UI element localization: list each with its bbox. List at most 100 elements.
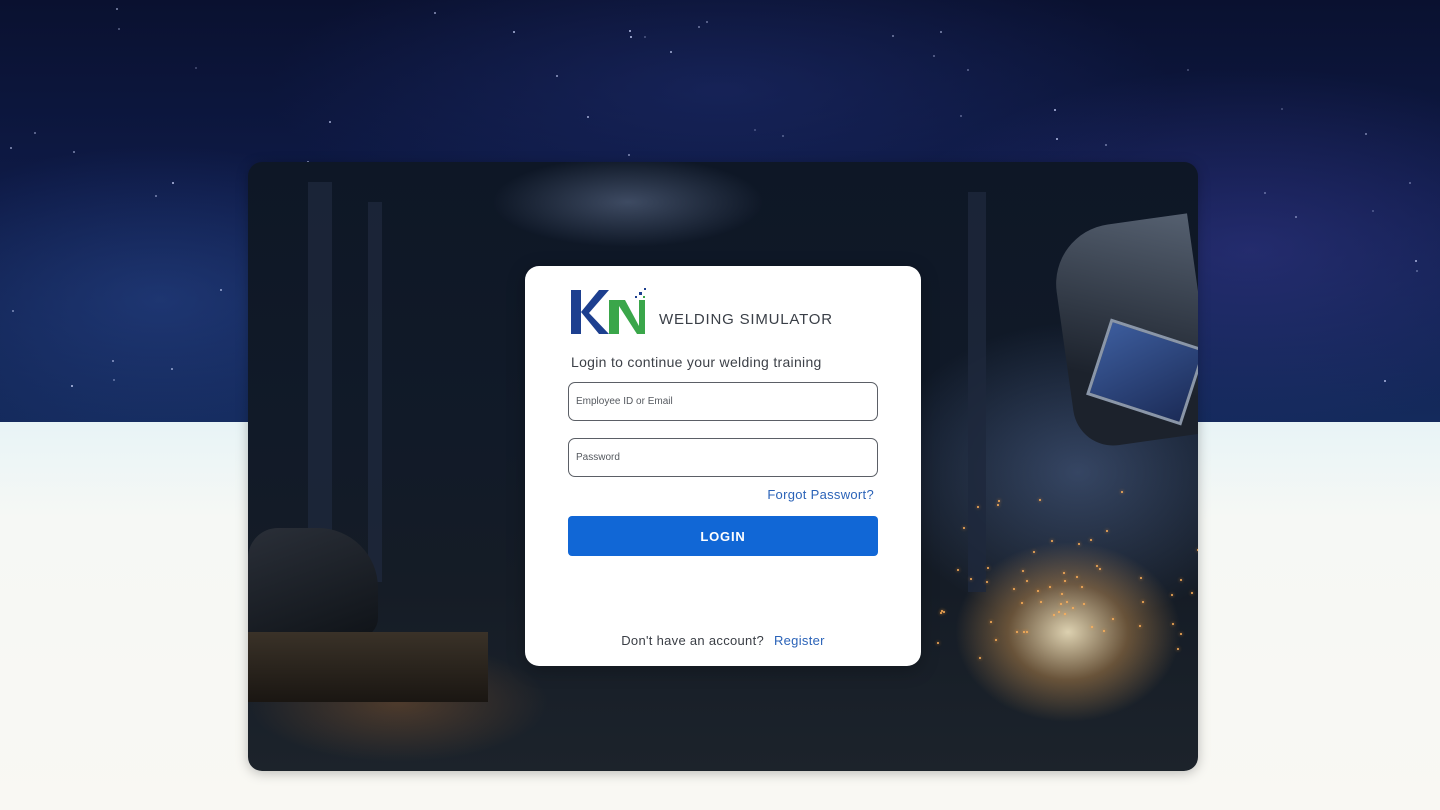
star-dot — [220, 289, 222, 291]
spark-dot — [1197, 549, 1198, 551]
star-dot — [1365, 133, 1367, 135]
spark-dot — [1063, 572, 1065, 574]
spark-dot — [977, 506, 979, 508]
star-dot — [34, 132, 36, 134]
star-dot — [113, 379, 115, 381]
star-dot — [12, 310, 14, 312]
employee-id-email-input[interactable] — [568, 382, 878, 421]
star-dot — [329, 121, 331, 123]
spark-dot — [1091, 626, 1093, 628]
spark-dot — [1051, 540, 1053, 542]
spark-dot — [1049, 586, 1051, 588]
spark-dot — [1076, 576, 1078, 578]
spark-dot — [1026, 580, 1028, 582]
spark-dot — [1112, 618, 1114, 620]
register-link[interactable]: Register — [774, 633, 825, 648]
spark-dot — [1172, 623, 1174, 625]
forgot-password-link[interactable]: Forgot Passwort? — [767, 487, 874, 502]
spark-dot — [1039, 499, 1041, 501]
spark-dot — [1121, 491, 1123, 493]
spark-dot — [957, 569, 959, 571]
star-dot — [967, 69, 969, 71]
star-dot — [155, 195, 157, 197]
login-subtitle: Login to continue your welding training — [571, 354, 822, 370]
star-dot — [698, 26, 700, 28]
spark-dot — [986, 581, 988, 583]
star-dot — [1056, 138, 1058, 140]
spark-dot — [940, 612, 942, 614]
star-dot — [630, 36, 632, 38]
star-dot — [1409, 182, 1411, 184]
star-dot — [960, 115, 962, 117]
star-dot — [171, 368, 173, 370]
star-dot — [556, 75, 558, 77]
star-dot — [71, 385, 73, 387]
spark-dot — [1081, 586, 1083, 588]
spark-dot — [990, 621, 992, 623]
star-dot — [118, 28, 120, 30]
star-dot — [1372, 210, 1374, 212]
spark-dot — [1026, 631, 1028, 633]
star-dot — [1187, 69, 1189, 71]
spark-dot — [1139, 625, 1141, 627]
spark-dot — [1022, 570, 1024, 572]
spark-dot — [997, 504, 999, 506]
brand-name: WELDING SIMULATOR — [659, 311, 833, 328]
spark-dot — [995, 639, 997, 641]
star-dot — [670, 51, 672, 53]
spark-dot — [1171, 594, 1173, 596]
welding-helmet-icon — [248, 528, 378, 638]
spark-dot — [963, 527, 965, 529]
spark-dot — [1033, 551, 1035, 553]
star-dot — [587, 116, 589, 118]
spark-dot — [1061, 593, 1063, 595]
spark-dot — [1140, 577, 1142, 579]
spark-dot — [1078, 543, 1080, 545]
spark-dot — [979, 657, 981, 659]
spark-dot — [1191, 592, 1193, 594]
spark-dot — [937, 642, 939, 644]
spark-dot — [998, 500, 1000, 502]
spark-dot — [1142, 601, 1144, 603]
password-input[interactable] — [568, 438, 878, 477]
login-button[interactable]: LOGIN — [568, 516, 878, 556]
star-dot — [1281, 108, 1283, 110]
spark-dot — [1016, 631, 1018, 633]
spark-dot — [1103, 630, 1105, 632]
star-dot — [628, 154, 630, 156]
kn-logo-icon — [571, 288, 646, 334]
spark-dot — [970, 578, 972, 580]
spark-dot — [1177, 648, 1179, 650]
star-dot — [1295, 216, 1297, 218]
spark-dot — [987, 567, 989, 569]
star-dot — [434, 12, 436, 14]
spark-dot — [1083, 603, 1085, 605]
star-dot — [933, 55, 935, 57]
spark-dot — [1037, 590, 1039, 592]
spark-dot — [1064, 580, 1066, 582]
star-dot — [172, 182, 174, 184]
spark-dot — [1060, 603, 1062, 605]
spark-dot — [1180, 633, 1182, 635]
star-dot — [1415, 260, 1417, 262]
login-card: WELDING SIMULATOR Login to continue your… — [525, 266, 921, 666]
star-dot — [10, 147, 12, 149]
spark-dot — [1066, 601, 1068, 603]
star-dot — [1384, 380, 1386, 382]
star-dot — [1416, 270, 1418, 272]
scene-bench — [248, 632, 488, 702]
spark-dot — [1072, 607, 1074, 609]
star-dot — [629, 30, 631, 32]
star-dot — [513, 31, 515, 33]
star-dot — [644, 36, 646, 38]
star-dot — [782, 135, 784, 137]
star-dot — [1264, 192, 1266, 194]
spark-dot — [1053, 614, 1055, 616]
spark-dot — [943, 611, 945, 613]
star-dot — [940, 31, 942, 33]
spark-dot — [1013, 588, 1015, 590]
spark-dot — [1023, 631, 1025, 633]
star-dot — [73, 151, 75, 153]
spark-dot — [1040, 601, 1042, 603]
register-row: Don't have an account? Register — [525, 633, 921, 648]
